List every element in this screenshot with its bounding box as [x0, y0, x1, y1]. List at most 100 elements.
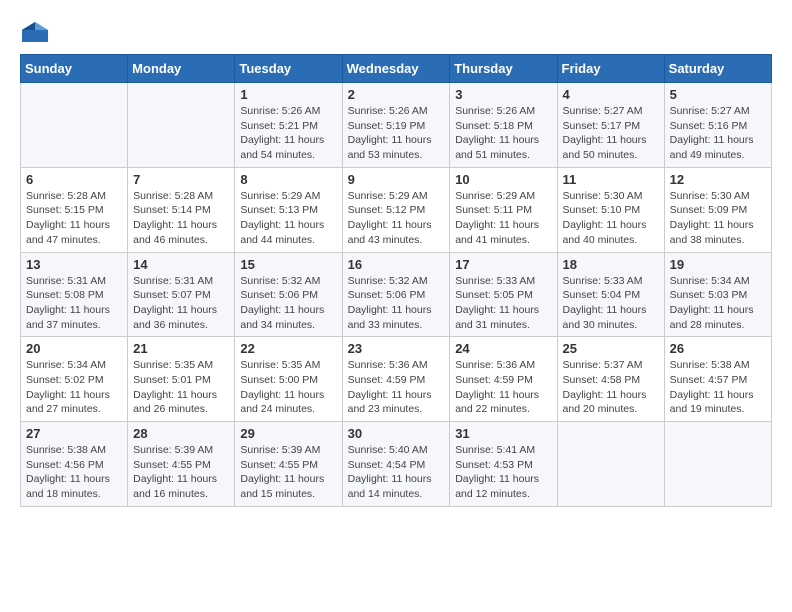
calendar-week-3: 13 Sunrise: 5:31 AM Sunset: 5:08 PM Dayli…: [21, 252, 772, 337]
day-number: 13: [26, 257, 122, 272]
day-number: 12: [670, 172, 766, 187]
calendar-cell: 22 Sunrise: 5:35 AM Sunset: 5:00 PM Dayli…: [235, 337, 342, 422]
day-number: 23: [348, 341, 445, 356]
day-info: Sunrise: 5:29 AM Sunset: 5:12 PM Dayligh…: [348, 189, 445, 248]
calendar-cell: 14 Sunrise: 5:31 AM Sunset: 5:07 PM Dayli…: [128, 252, 235, 337]
calendar-cell: 1 Sunrise: 5:26 AM Sunset: 5:21 PM Daylig…: [235, 83, 342, 168]
calendar-cell: 15 Sunrise: 5:32 AM Sunset: 5:06 PM Dayli…: [235, 252, 342, 337]
calendar-header-thursday: Thursday: [450, 55, 557, 83]
day-number: 17: [455, 257, 551, 272]
calendar-cell: 17 Sunrise: 5:33 AM Sunset: 5:05 PM Dayli…: [450, 252, 557, 337]
calendar-week-5: 27Sunrise: 5:38 AM Sunset: 4:56 PM Dayli…: [21, 422, 772, 507]
calendar-cell: 12 Sunrise: 5:30 AM Sunset: 5:09 PM Dayli…: [664, 167, 771, 252]
calendar-cell: 29 Sunrise: 5:39 AM Sunset: 4:55 PM Dayli…: [235, 422, 342, 507]
day-info: Sunrise: 5:39 AM Sunset: 4:55 PM Dayligh…: [133, 443, 229, 502]
day-number: 25: [563, 341, 659, 356]
calendar-cell: 16 Sunrise: 5:32 AM Sunset: 5:06 PM Dayli…: [342, 252, 450, 337]
calendar-week-1: 1 Sunrise: 5:26 AM Sunset: 5:21 PM Daylig…: [21, 83, 772, 168]
day-info: Sunrise: 5:37 AM Sunset: 4:58 PM Dayligh…: [563, 358, 659, 417]
day-info: Sunrise: 5:41 AM Sunset: 4:53 PM Dayligh…: [455, 443, 551, 502]
day-info: Sunrise: 5:29 AM Sunset: 5:13 PM Dayligh…: [240, 189, 336, 248]
calendar-cell: 18 Sunrise: 5:33 AM Sunset: 5:04 PM Dayli…: [557, 252, 664, 337]
calendar-header-friday: Friday: [557, 55, 664, 83]
calendar-table: SundayMondayTuesdayWednesdayThursdayFrid…: [20, 54, 772, 507]
calendar-cell: 20 Sunrise: 5:34 AM Sunset: 5:02 PM Dayli…: [21, 337, 128, 422]
day-info: Sunrise: 5:34 AM Sunset: 5:02 PM Dayligh…: [26, 358, 122, 417]
day-info: Sunrise: 5:32 AM Sunset: 5:06 PM Dayligh…: [348, 274, 445, 333]
calendar-cell: 19 Sunrise: 5:34 AM Sunset: 5:03 PM Dayli…: [664, 252, 771, 337]
day-info: Sunrise: 5:26 AM Sunset: 5:21 PM Dayligh…: [240, 104, 336, 163]
day-number: 4: [563, 87, 659, 102]
day-info: Sunrise: 5:27 AM Sunset: 5:16 PM Dayligh…: [670, 104, 766, 163]
calendar-header-row: SundayMondayTuesdayWednesdayThursdayFrid…: [21, 55, 772, 83]
day-number: 11: [563, 172, 659, 187]
day-number: 9: [348, 172, 445, 187]
page-header: [20, 20, 772, 44]
day-number: 6: [26, 172, 122, 187]
calendar-cell: 24 Sunrise: 5:36 AM Sunset: 4:59 PM Dayli…: [450, 337, 557, 422]
calendar-cell: [21, 83, 128, 168]
calendar-header-sunday: Sunday: [21, 55, 128, 83]
day-number: 19: [670, 257, 766, 272]
day-number: 1: [240, 87, 336, 102]
day-info: Sunrise: 5:31 AM Sunset: 5:08 PM Dayligh…: [26, 274, 122, 333]
day-info: Sunrise: 5:35 AM Sunset: 5:00 PM Dayligh…: [240, 358, 336, 417]
day-info: Sunrise: 5:29 AM Sunset: 5:11 PM Dayligh…: [455, 189, 551, 248]
day-number: 20: [26, 341, 122, 356]
calendar-cell: [557, 422, 664, 507]
calendar-cell: 27Sunrise: 5:38 AM Sunset: 4:56 PM Dayli…: [21, 422, 128, 507]
day-number: 16: [348, 257, 445, 272]
day-info: Sunrise: 5:28 AM Sunset: 5:14 PM Dayligh…: [133, 189, 229, 248]
calendar-cell: 7 Sunrise: 5:28 AM Sunset: 5:14 PM Daylig…: [128, 167, 235, 252]
day-info: Sunrise: 5:35 AM Sunset: 5:01 PM Dayligh…: [133, 358, 229, 417]
calendar-cell: 21 Sunrise: 5:35 AM Sunset: 5:01 PM Dayli…: [128, 337, 235, 422]
day-info: Sunrise: 5:26 AM Sunset: 5:19 PM Dayligh…: [348, 104, 445, 163]
day-info: Sunrise: 5:28 AM Sunset: 5:15 PM Dayligh…: [26, 189, 122, 248]
calendar-cell: 6 Sunrise: 5:28 AM Sunset: 5:15 PM Daylig…: [21, 167, 128, 252]
day-number: 18: [563, 257, 659, 272]
calendar-cell: 8Sunrise: 5:29 AM Sunset: 5:13 PM Daylig…: [235, 167, 342, 252]
day-number: 29: [240, 426, 336, 441]
logo: [20, 20, 54, 44]
calendar-cell: 2 Sunrise: 5:26 AM Sunset: 5:19 PM Daylig…: [342, 83, 450, 168]
calendar-cell: 11 Sunrise: 5:30 AM Sunset: 5:10 PM Dayli…: [557, 167, 664, 252]
day-info: Sunrise: 5:30 AM Sunset: 5:09 PM Dayligh…: [670, 189, 766, 248]
calendar-cell: 25 Sunrise: 5:37 AM Sunset: 4:58 PM Dayli…: [557, 337, 664, 422]
day-number: 14: [133, 257, 229, 272]
day-number: 26: [670, 341, 766, 356]
day-info: Sunrise: 5:27 AM Sunset: 5:17 PM Dayligh…: [563, 104, 659, 163]
day-info: Sunrise: 5:39 AM Sunset: 4:55 PM Dayligh…: [240, 443, 336, 502]
calendar-cell: 30Sunrise: 5:40 AM Sunset: 4:54 PM Dayli…: [342, 422, 450, 507]
calendar-cell: [664, 422, 771, 507]
day-info: Sunrise: 5:26 AM Sunset: 5:18 PM Dayligh…: [455, 104, 551, 163]
day-info: Sunrise: 5:33 AM Sunset: 5:05 PM Dayligh…: [455, 274, 551, 333]
calendar-cell: 9 Sunrise: 5:29 AM Sunset: 5:12 PM Daylig…: [342, 167, 450, 252]
calendar-header-monday: Monday: [128, 55, 235, 83]
calendar-cell: 3Sunrise: 5:26 AM Sunset: 5:18 PM Daylig…: [450, 83, 557, 168]
day-number: 2: [348, 87, 445, 102]
calendar-cell: [128, 83, 235, 168]
day-number: 15: [240, 257, 336, 272]
calendar-week-4: 20 Sunrise: 5:34 AM Sunset: 5:02 PM Dayli…: [21, 337, 772, 422]
day-info: Sunrise: 5:36 AM Sunset: 4:59 PM Dayligh…: [455, 358, 551, 417]
calendar-header-saturday: Saturday: [664, 55, 771, 83]
day-number: 24: [455, 341, 551, 356]
calendar-header-tuesday: Tuesday: [235, 55, 342, 83]
calendar-week-2: 6 Sunrise: 5:28 AM Sunset: 5:15 PM Daylig…: [21, 167, 772, 252]
day-number: 22: [240, 341, 336, 356]
calendar-header-wednesday: Wednesday: [342, 55, 450, 83]
day-number: 7: [133, 172, 229, 187]
calendar-cell: 31 Sunrise: 5:41 AM Sunset: 4:53 PM Dayli…: [450, 422, 557, 507]
day-info: Sunrise: 5:34 AM Sunset: 5:03 PM Dayligh…: [670, 274, 766, 333]
day-info: Sunrise: 5:33 AM Sunset: 5:04 PM Dayligh…: [563, 274, 659, 333]
day-info: Sunrise: 5:36 AM Sunset: 4:59 PM Dayligh…: [348, 358, 445, 417]
calendar-cell: 26Sunrise: 5:38 AM Sunset: 4:57 PM Dayli…: [664, 337, 771, 422]
day-number: 21: [133, 341, 229, 356]
calendar-cell: 4 Sunrise: 5:27 AM Sunset: 5:17 PM Daylig…: [557, 83, 664, 168]
day-info: Sunrise: 5:30 AM Sunset: 5:10 PM Dayligh…: [563, 189, 659, 248]
day-number: 28: [133, 426, 229, 441]
day-info: Sunrise: 5:31 AM Sunset: 5:07 PM Dayligh…: [133, 274, 229, 333]
day-info: Sunrise: 5:32 AM Sunset: 5:06 PM Dayligh…: [240, 274, 336, 333]
calendar-cell: 13 Sunrise: 5:31 AM Sunset: 5:08 PM Dayli…: [21, 252, 128, 337]
day-number: 31: [455, 426, 551, 441]
